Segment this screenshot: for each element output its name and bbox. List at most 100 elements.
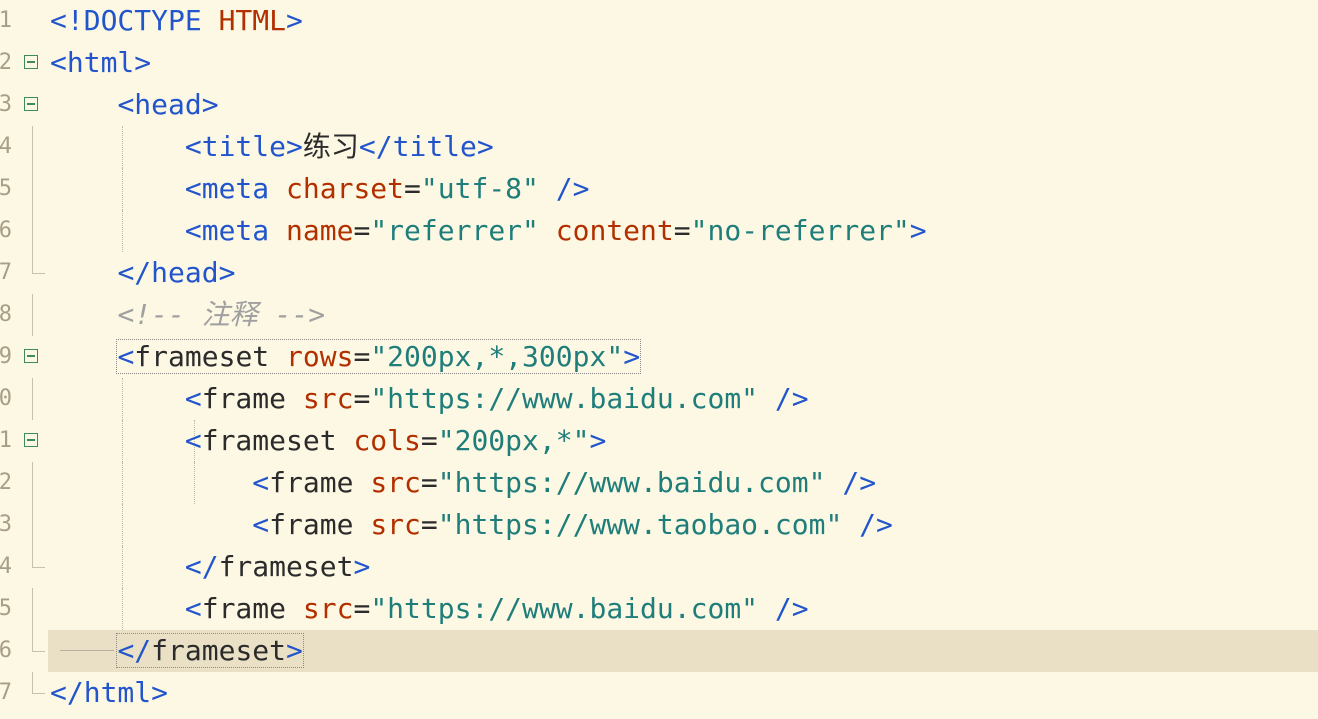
matching-tag-highlight: </frameset> bbox=[116, 633, 304, 668]
code-line[interactable]: 6 </frameset> bbox=[0, 630, 1318, 672]
code-line[interactable]: 9 <frameset rows="200px,*,300px"> bbox=[0, 336, 1318, 378]
code-line[interactable]: 6 <meta name="referrer" content="no-refe… bbox=[0, 210, 1318, 252]
fold-range-line bbox=[32, 378, 33, 420]
fold-collapse-icon[interactable] bbox=[24, 55, 38, 69]
code-line[interactable]: 3 <head> bbox=[0, 84, 1318, 126]
fold-end-icon bbox=[32, 672, 45, 694]
fold-range-line bbox=[32, 126, 33, 168]
code-token: = bbox=[420, 508, 438, 541]
code-line[interactable]: 5 <frame src="https://www.baidu.com" /> bbox=[0, 588, 1318, 630]
code-token: name bbox=[286, 214, 354, 247]
code-text[interactable]: <frame src="https://www.taobao.com" /> bbox=[50, 504, 893, 546]
code-line[interactable]: 4 </frameset> bbox=[0, 546, 1318, 588]
line-number: 7 bbox=[0, 680, 12, 705]
code-text[interactable]: <!DOCTYPE HTML> bbox=[50, 0, 303, 42]
code-token: = bbox=[353, 592, 371, 625]
code-line[interactable]: 2 <frame src="https://www.baidu.com" /> bbox=[0, 462, 1318, 504]
line-number: 3 bbox=[0, 512, 12, 537]
code-token: "https://www.baidu.com" bbox=[437, 466, 826, 499]
code-token: frameset bbox=[201, 424, 354, 457]
code-text[interactable]: </html> bbox=[50, 672, 168, 714]
line-number: 5 bbox=[0, 596, 12, 621]
line-number: 1 bbox=[0, 8, 12, 33]
code-line[interactable]: 8 <!-- 注释 --> bbox=[0, 294, 1318, 336]
line-number: 1 bbox=[0, 428, 12, 453]
code-token: "https://www.taobao.com" bbox=[437, 508, 843, 541]
line-number: 4 bbox=[0, 554, 12, 579]
fold-range-line bbox=[32, 588, 33, 630]
code-token: src bbox=[370, 466, 421, 499]
code-text[interactable]: <!-- 注释 --> bbox=[50, 294, 325, 336]
code-text[interactable]: <frame src="https://www.baidu.com" /> bbox=[50, 462, 876, 504]
code-line[interactable]: 7 </html> bbox=[0, 672, 1318, 714]
fold-end-icon bbox=[32, 546, 45, 568]
code-token: "200px,*,300px" bbox=[370, 340, 624, 373]
code-token: /> bbox=[842, 508, 893, 541]
code-text[interactable]: </head> bbox=[50, 252, 235, 294]
code-token: < bbox=[252, 508, 270, 541]
code-token: /> bbox=[538, 172, 590, 205]
line-number: 6 bbox=[0, 218, 12, 243]
code-text[interactable]: <frameset cols="200px,*"> bbox=[50, 420, 606, 462]
code-text[interactable]: <meta name="referrer" content="no-referr… bbox=[50, 210, 927, 252]
code-token: /> bbox=[758, 382, 809, 415]
code-line[interactable]: 1 <frameset cols="200px,*"> bbox=[0, 420, 1318, 462]
code-line[interactable]: 0 <frame src="https://www.baidu.com" /> bbox=[0, 378, 1318, 420]
code-token: src bbox=[302, 382, 354, 415]
code-text[interactable]: <title>练习</title> bbox=[50, 126, 494, 168]
code-text[interactable]: </frameset> bbox=[50, 630, 304, 672]
code-token: "no-referrer" bbox=[690, 214, 910, 247]
code-text[interactable]: <html> bbox=[50, 42, 151, 84]
code-token: = bbox=[353, 382, 371, 415]
fold-collapse-icon[interactable] bbox=[24, 97, 38, 111]
code-token: 练习 bbox=[302, 130, 359, 163]
code-token: "https://www.baidu.com" bbox=[370, 592, 759, 625]
code-text[interactable]: <frameset rows="200px,*,300px"> bbox=[50, 336, 642, 378]
code-token: frame bbox=[269, 508, 371, 541]
code-text[interactable]: <head> bbox=[50, 84, 218, 126]
code-token: = bbox=[404, 172, 421, 205]
code-text[interactable]: <frame src="https://www.baidu.com" /> bbox=[50, 588, 809, 630]
code-token: "utf-8" bbox=[420, 172, 539, 205]
code-token: > bbox=[589, 424, 607, 457]
line-number: 4 bbox=[0, 134, 12, 159]
code-token: > bbox=[286, 4, 303, 37]
code-text[interactable]: <frame src="https://www.baidu.com" /> bbox=[50, 378, 809, 420]
code-text[interactable]: <meta charset="utf-8" /> bbox=[50, 168, 590, 210]
code-line[interactable]: 2 <html> bbox=[0, 42, 1318, 84]
fold-end-icon bbox=[32, 630, 45, 652]
code-token: = bbox=[420, 424, 438, 457]
code-token: < bbox=[252, 466, 270, 499]
fold-collapse-icon[interactable] bbox=[24, 433, 38, 447]
code-line[interactable]: 4 <title>练习</title> bbox=[0, 126, 1318, 168]
code-text[interactable]: </frameset> bbox=[50, 546, 370, 588]
fold-collapse-icon[interactable] bbox=[24, 349, 38, 363]
code-line[interactable]: 7 </head> bbox=[0, 252, 1318, 294]
code-editor[interactable]: 1 <!DOCTYPE HTML> 2 <html> 3 <head> 4 <title>… bbox=[0, 0, 1318, 719]
code-line[interactable]: 5 <meta charset="utf-8" /> bbox=[0, 168, 1318, 210]
code-token: > bbox=[353, 550, 371, 583]
code-token: = bbox=[353, 214, 371, 247]
code-token: </html> bbox=[50, 676, 169, 709]
code-token: content bbox=[555, 214, 674, 247]
code-line[interactable]: 3 <frame src="https://www.taobao.com" /> bbox=[0, 504, 1318, 546]
code-token: frameset bbox=[134, 340, 287, 373]
code-token: /> bbox=[825, 466, 877, 499]
code-token: frame bbox=[269, 466, 371, 499]
code-line[interactable]: 1 <!DOCTYPE HTML> bbox=[0, 0, 1318, 42]
code-token: <meta bbox=[184, 214, 287, 247]
code-token: </title> bbox=[358, 130, 494, 163]
fold-end-icon bbox=[32, 252, 45, 274]
code-token: rows bbox=[286, 340, 354, 373]
code-token: <!DOCTYPE bbox=[50, 4, 219, 37]
line-number: 5 bbox=[0, 176, 12, 201]
code-token: = bbox=[353, 340, 371, 373]
